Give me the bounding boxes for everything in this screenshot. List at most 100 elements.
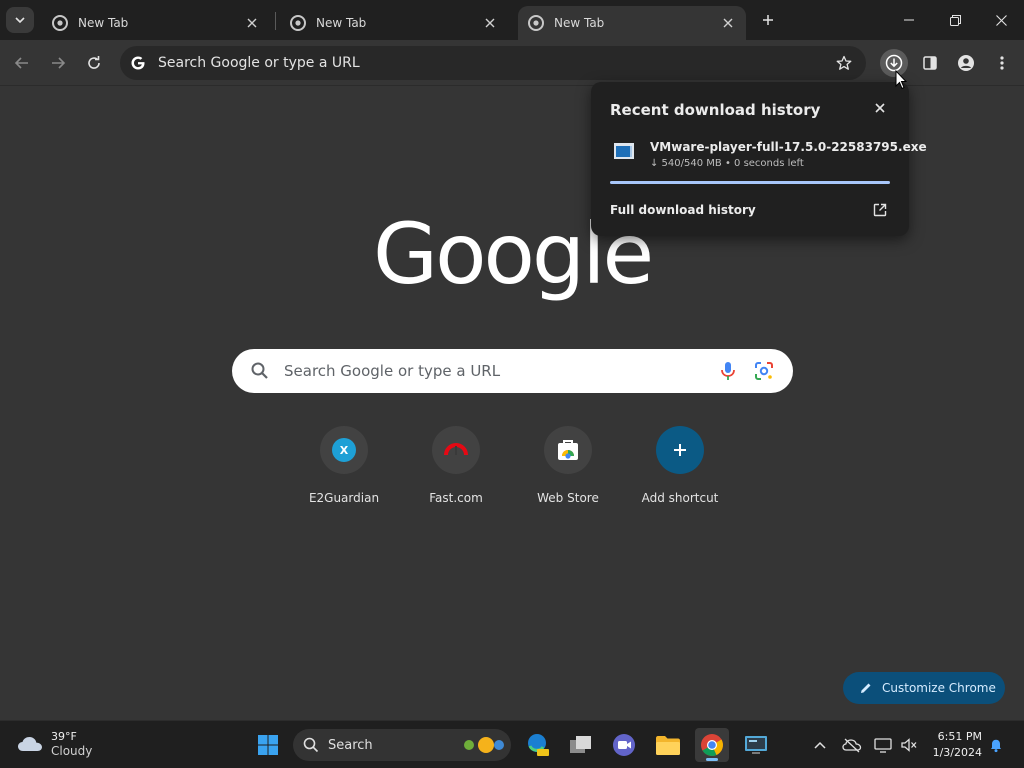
- tab-3-active[interactable]: New Tab: [518, 6, 746, 40]
- arrow-right-icon: [52, 57, 66, 69]
- omnibox[interactable]: Search Google or type a URL: [120, 46, 866, 80]
- close-icon: [995, 14, 1007, 26]
- system-clock[interactable]: 6:51 PM 1/3/2024: [928, 729, 982, 761]
- shortcut-tile: X: [320, 426, 368, 474]
- web-store-icon: [558, 440, 578, 460]
- tray-onedrive[interactable]: [842, 735, 862, 755]
- close-window-button[interactable]: [978, 0, 1024, 40]
- shortcut-tile: [432, 426, 480, 474]
- profile-button[interactable]: [952, 49, 980, 77]
- chrome-favicon-icon: [52, 15, 68, 31]
- reload-button[interactable]: [80, 49, 108, 77]
- tab-1[interactable]: New Tab: [42, 6, 270, 40]
- tab-close-button[interactable]: [720, 15, 736, 31]
- back-button[interactable]: [8, 49, 36, 77]
- chrome-favicon-icon: [290, 15, 306, 31]
- download-bubble-close-button[interactable]: [870, 98, 890, 118]
- customize-chrome-button[interactable]: Customize Chrome: [843, 672, 1005, 704]
- edge-icon: [528, 734, 549, 756]
- start-button[interactable]: [251, 728, 285, 762]
- shortcut-web-store[interactable]: Web Store: [512, 426, 624, 516]
- minimize-button[interactable]: [886, 0, 932, 40]
- notification-button[interactable]: [986, 735, 1006, 755]
- menu-button[interactable]: [988, 49, 1016, 77]
- search-icon: [303, 737, 319, 753]
- side-panel-icon: [923, 56, 937, 70]
- weather-widget[interactable]: 39°F Cloudy: [16, 729, 92, 759]
- forward-button[interactable]: [44, 49, 72, 77]
- close-icon: [875, 103, 885, 113]
- tab-search-button[interactable]: [6, 7, 34, 33]
- download-bubble: Recent download history VMware-player-fu…: [591, 82, 927, 236]
- mouse-cursor-icon: [895, 70, 907, 90]
- shortcut-label: Web Store: [537, 491, 599, 505]
- tray-network[interactable]: [873, 735, 893, 755]
- open-external-button[interactable]: [870, 200, 890, 220]
- restore-button[interactable]: [932, 0, 978, 40]
- tab-close-button[interactable]: [244, 15, 260, 31]
- active-app-indicator: [706, 758, 718, 761]
- close-icon: [247, 18, 257, 28]
- shortcut-tile: [544, 426, 592, 474]
- weather-condition: Cloudy: [51, 744, 93, 758]
- side-panel-button[interactable]: [916, 49, 944, 77]
- e2guardian-icon: X: [332, 438, 356, 462]
- search-placeholder: Search Google or type a URL: [284, 362, 501, 380]
- taskbar-chrome[interactable]: [695, 728, 729, 762]
- ntp-search-box[interactable]: Search Google or type a URL: [232, 349, 793, 393]
- tab-title: New Tab: [316, 16, 367, 30]
- shortcut-add[interactable]: Add shortcut: [624, 426, 736, 516]
- kebab-menu-icon: [1000, 56, 1004, 70]
- chevron-down-icon: [15, 17, 25, 24]
- shortcut-e2guardian[interactable]: X E2Guardian: [288, 426, 400, 516]
- shortcut-fast-com[interactable]: Fast.com: [400, 426, 512, 516]
- shortcut-label: E2Guardian: [308, 491, 380, 505]
- bookmark-star-button[interactable]: [830, 49, 858, 77]
- download-filename[interactable]: VMware-player-full-17.5.0-22583795.exe: [650, 140, 927, 154]
- taskbar-task-view[interactable]: [564, 728, 598, 762]
- tab-title: New Tab: [78, 16, 129, 30]
- tab-separator: [275, 12, 276, 30]
- tab-2[interactable]: New Tab: [280, 6, 508, 40]
- full-download-history-link[interactable]: Full download history: [610, 203, 756, 217]
- download-status: ↓ 540/540 MB • 0 seconds left: [650, 158, 804, 169]
- monitor-icon: [745, 736, 767, 754]
- plus-icon: [763, 15, 773, 25]
- plus-icon: [674, 444, 686, 456]
- search-icon: [251, 362, 268, 379]
- speedometer-icon: [444, 443, 468, 456]
- profile-icon: [958, 55, 974, 71]
- taskbar-edge-beta[interactable]: [521, 728, 555, 762]
- task-view-icon: [570, 736, 591, 753]
- new-tab-button[interactable]: [756, 8, 780, 32]
- taskbar-teams[interactable]: [607, 728, 641, 762]
- close-icon: [723, 18, 733, 28]
- microphone-icon[interactable]: [717, 360, 739, 382]
- clock-time: 6:51 PM: [937, 730, 982, 743]
- tab-close-button[interactable]: [482, 15, 498, 31]
- download-progress-bar: [610, 181, 890, 184]
- chevron-up-icon: [814, 741, 826, 749]
- tray-overflow-button[interactable]: [810, 735, 830, 755]
- reload-icon: [88, 56, 100, 69]
- taskbar-search-label: Search: [328, 737, 373, 753]
- tab-strip: New Tab New Tab New Tab: [0, 0, 1024, 40]
- external-link-icon: [873, 203, 887, 217]
- search-highlight-icon: [464, 737, 504, 753]
- taskbar-remote-desktop[interactable]: [739, 728, 773, 762]
- shortcut-label: Fast.com: [429, 491, 483, 505]
- taskbar-file-explorer[interactable]: [651, 728, 685, 762]
- cloud-off-icon: [842, 738, 862, 753]
- shortcut-tile: [656, 426, 704, 474]
- omnibox-text: Search Google or type a URL: [158, 55, 360, 71]
- google-lens-icon[interactable]: [753, 360, 775, 382]
- folder-icon: [656, 736, 680, 755]
- restore-icon: [949, 14, 961, 26]
- clock-date: 1/3/2024: [932, 746, 982, 759]
- tab-title: New Tab: [554, 16, 605, 30]
- tray-volume[interactable]: [899, 735, 919, 755]
- minimize-icon: [904, 19, 914, 21]
- taskbar-search[interactable]: Search: [293, 729, 511, 761]
- download-bubble-title: Recent download history: [610, 101, 821, 119]
- speaker-muted-icon: [901, 738, 917, 752]
